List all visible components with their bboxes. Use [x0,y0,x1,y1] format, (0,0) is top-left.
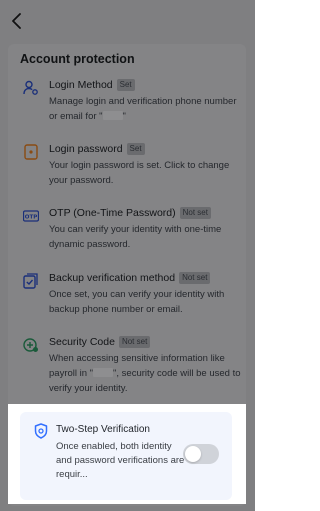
login-password-desc: Your login password is set. Click to cha… [49,160,230,186]
redacted-text [102,111,123,120]
backup-check-icon [23,273,38,289]
top-bar [0,0,255,44]
security-code-item[interactable]: Security Code Not set When accessing sen… [20,336,242,400]
two-step-desc: Once enabled, both identity and password… [56,441,185,480]
backup-verification-label: Backup verification method [49,272,176,284]
shield-icon [34,423,48,439]
login-method-label: Login Method [49,79,113,91]
status-tag: Set [116,79,135,91]
back-button[interactable] [6,10,28,32]
otp-desc: You can verify your identity with one-ti… [49,224,222,250]
redacted-text [93,368,114,377]
status-tag: Set [126,143,145,155]
otp-title: OTP (One-Time Password) Not set [49,207,211,219]
otp-icon: OTP [23,210,39,222]
otp-label: OTP (One-Time Password) [49,207,176,219]
login-password-label: Login password [49,143,123,155]
login-method-desc: Manage login and verification phone numb… [49,94,245,124]
backup-verification-title: Backup verification method Not set [49,272,211,284]
security-code-icon [23,338,38,352]
password-icon [24,144,38,160]
two-step-title: Two-Step Verification [56,424,150,435]
login-method-title: Login Method Set [49,79,135,91]
security-code-desc: When accessing sensitive information lik… [49,351,245,396]
chevron-left-icon [12,13,21,29]
app-frame: Account protection Login Method Set Mana… [0,0,255,511]
login-method-item[interactable]: Login Method Set Manage login and verifi… [20,79,242,127]
backup-verification-item[interactable]: Backup verification method Not set Once … [20,272,242,320]
status-tag: Not set [118,336,151,348]
login-password-title: Login password Set [49,143,145,155]
two-step-toggle[interactable] [183,444,219,464]
desc-text: " [122,111,126,122]
status-tag: Not set [179,207,211,219]
otp-item[interactable]: OTP OTP (One-Time Password) Not set You … [20,207,242,255]
backup-verification-desc: Once set, you can verify your identity w… [49,289,225,315]
svg-text:OTP: OTP [25,215,37,221]
login-password-item[interactable]: Login password Set Your login password i… [20,143,242,191]
status-tag: Not set [179,272,211,284]
desc-text: Manage login and verification phone numb… [49,96,237,122]
security-code-title: Security Code Not set [49,336,151,348]
toggle-knob [185,446,201,462]
security-code-label: Security Code [49,336,115,348]
user-settings-icon [23,80,38,95]
section-title: Account protection [20,52,135,66]
